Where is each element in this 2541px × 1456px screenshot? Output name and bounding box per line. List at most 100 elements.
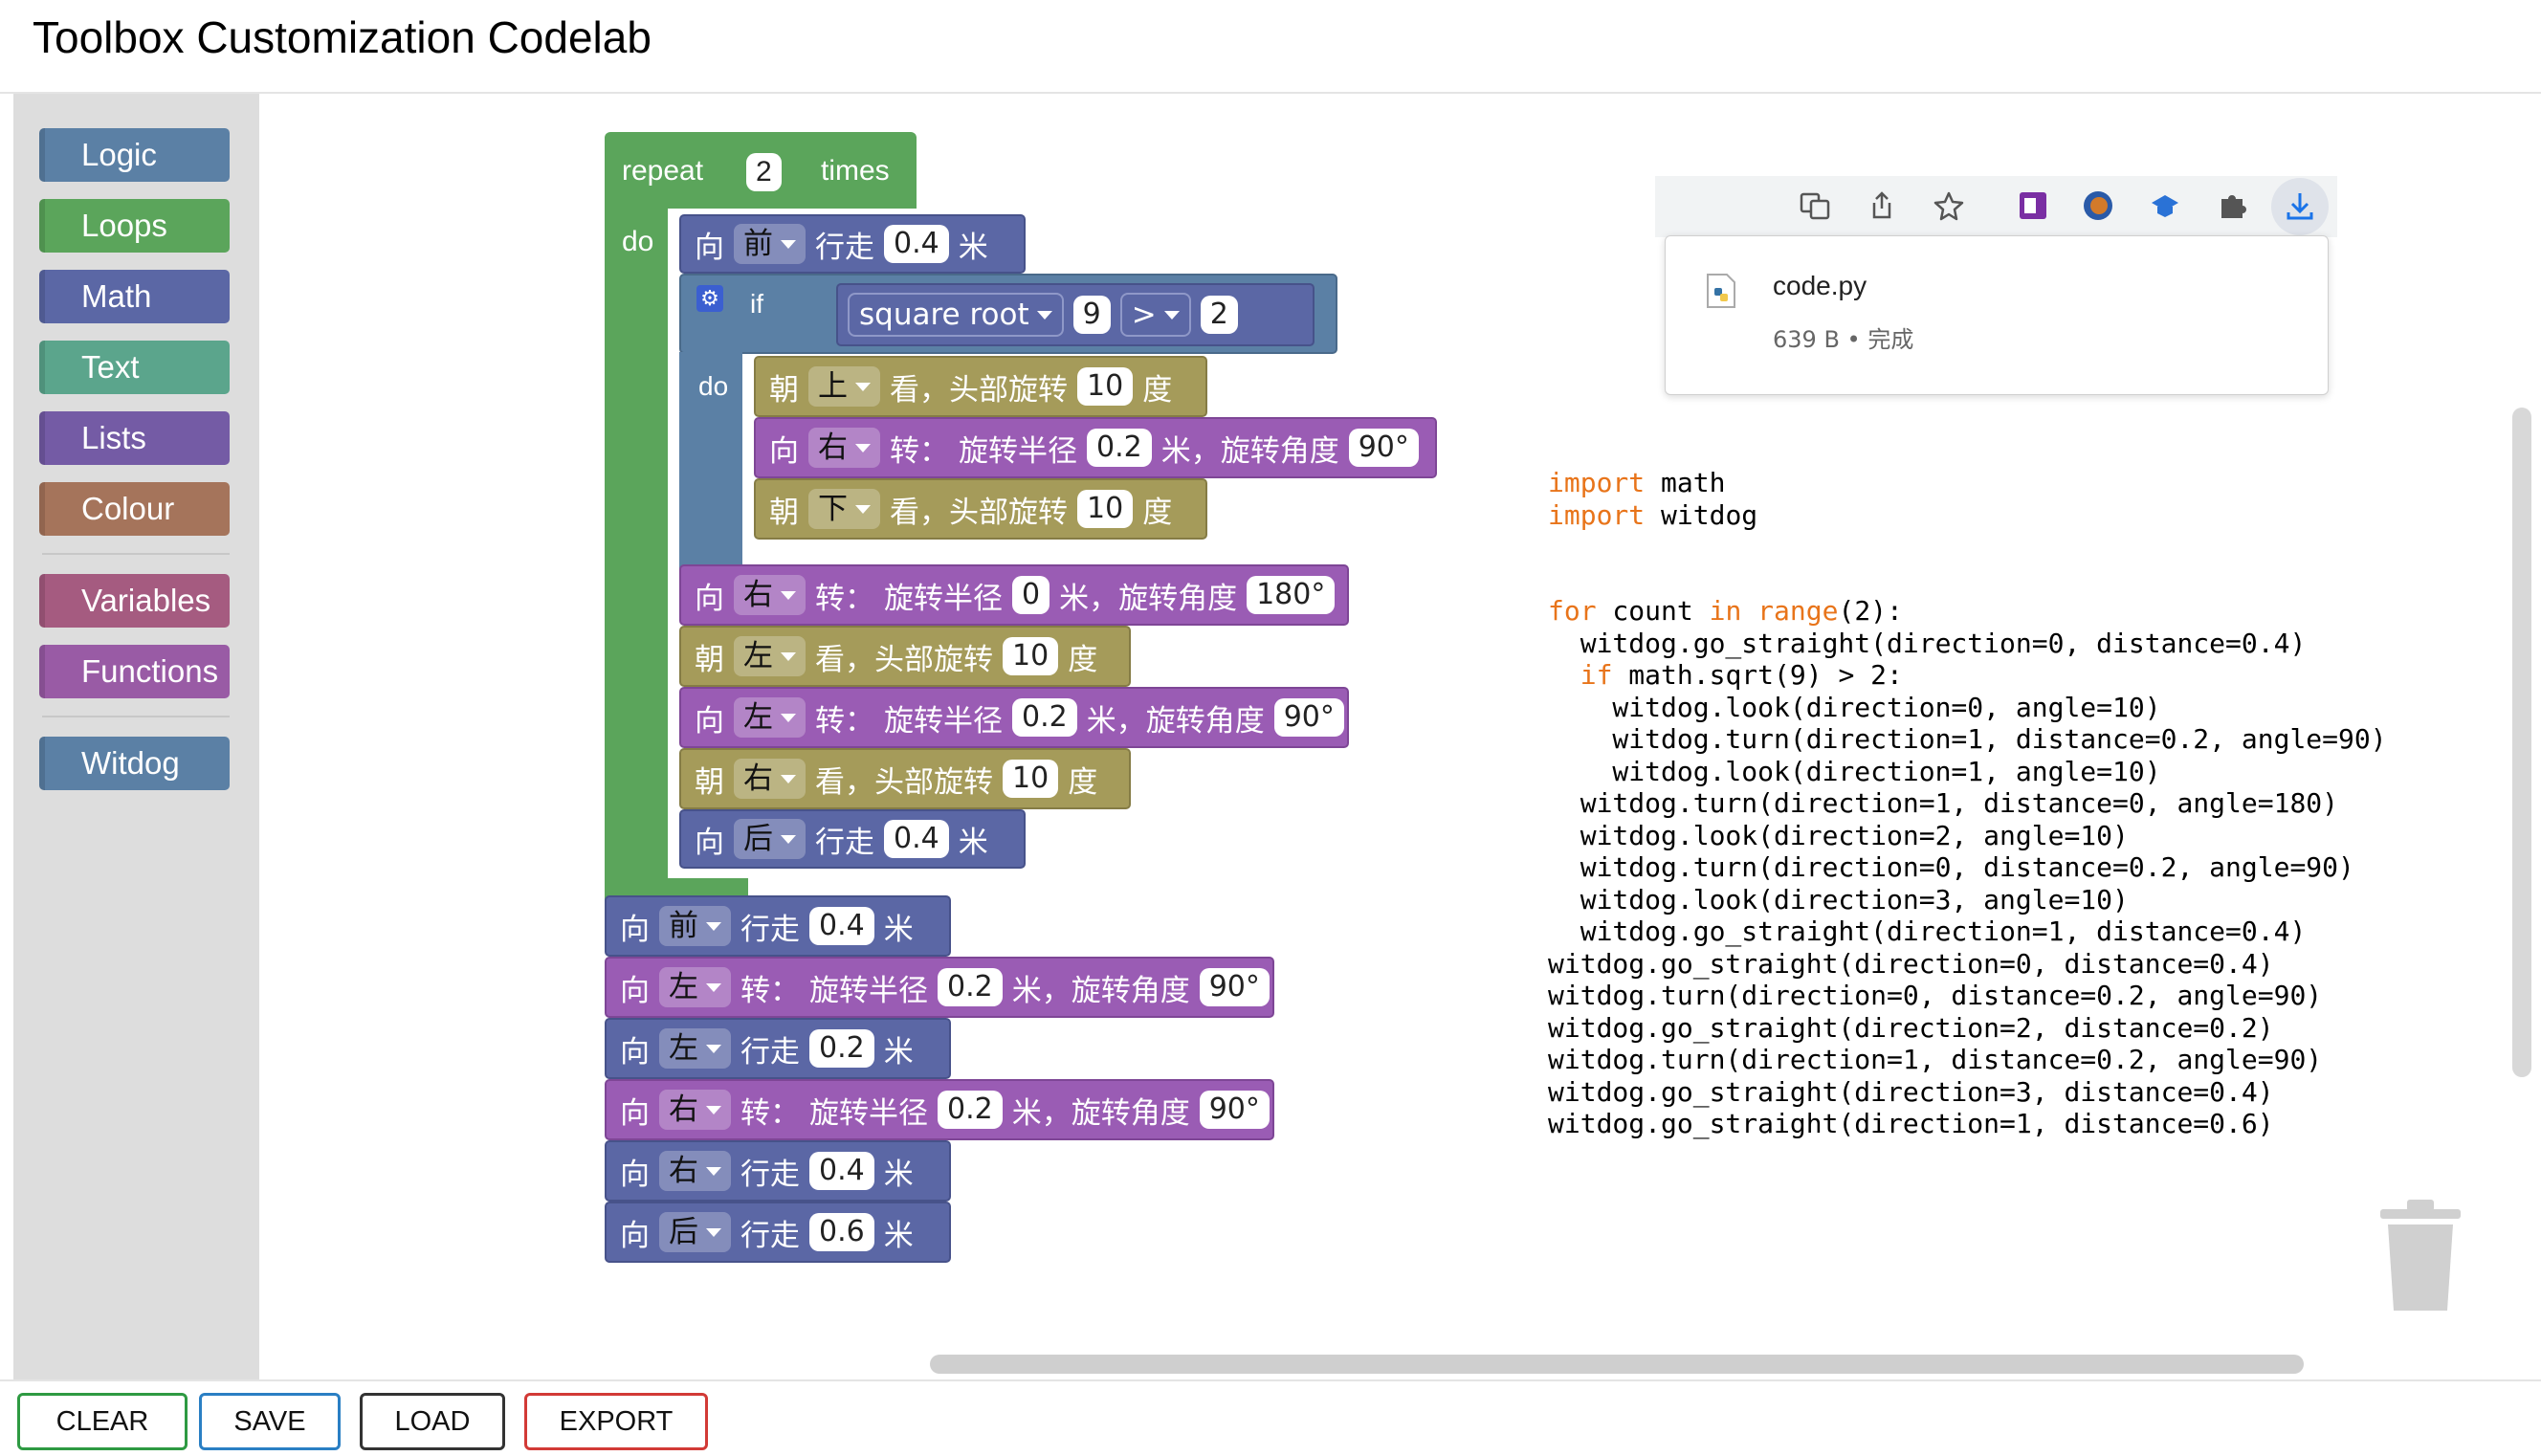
radius-field[interactable]: 0.2 [938, 1091, 1003, 1129]
download-filename[interactable]: code.py [1773, 271, 1867, 301]
direction-dropdown[interactable]: 左 [734, 697, 806, 738]
clear-button[interactable]: CLEAR [17, 1393, 188, 1450]
category-functions[interactable]: Functions [39, 645, 230, 698]
direction-dropdown[interactable]: 左 [659, 1028, 731, 1069]
category-lists[interactable]: Lists [39, 411, 230, 465]
direction-dropdown[interactable]: 右 [659, 1090, 731, 1130]
extension-cap-icon[interactable] [2149, 189, 2181, 222]
block-text: 米 [958, 230, 988, 265]
direction-dropdown[interactable]: 左 [734, 636, 806, 676]
number-field[interactable]: 2 [1200, 296, 1238, 334]
distance-field[interactable]: 0.4 [884, 225, 949, 263]
go-straight-block[interactable]: 向 前 行走 0.4 米 [605, 895, 951, 957]
block-text: 看，头部旋转 [815, 764, 993, 800]
go-straight-block[interactable]: 向 后 行走 0.6 米 [605, 1202, 951, 1263]
horizontal-scrollbar[interactable] [930, 1355, 2304, 1374]
radius-field[interactable]: 0.2 [938, 968, 1003, 1006]
toolbox: Logic Loops Math Text Lists Colour Varia… [13, 94, 259, 1379]
category-logic[interactable]: Logic [39, 128, 230, 182]
category-text[interactable]: Text [39, 341, 230, 394]
degree-field[interactable]: 10 [1077, 490, 1134, 528]
distance-field[interactable]: 0.6 [809, 1213, 874, 1251]
direction-dropdown[interactable]: 上 [808, 366, 880, 407]
category-math[interactable]: Math [39, 270, 230, 323]
turn-block[interactable]: 向 右 转： 旋转半径 0 米，旋转角度 180° [679, 564, 1349, 626]
profile-icon[interactable] [2082, 189, 2114, 222]
generated-code: import math import witdog for count in ran… [1548, 467, 2387, 1140]
compare-block[interactable]: square root 9 > 2 [836, 283, 1315, 346]
times-label: times [821, 155, 890, 187]
chevron-down-icon [706, 921, 721, 931]
download-popup[interactable]: code.py 639 B • 完成 [1665, 235, 2329, 395]
load-button[interactable]: LOAD [360, 1393, 505, 1450]
distance-field[interactable]: 0.4 [884, 820, 949, 858]
angle-field[interactable]: 90° [1199, 968, 1270, 1006]
direction-dropdown[interactable]: 前 [734, 224, 806, 264]
distance-field[interactable]: 0.4 [809, 1152, 874, 1190]
angle-field[interactable]: 90° [1273, 698, 1344, 737]
download-meta: 639 B • 完成 [1773, 326, 1914, 353]
category-witdog[interactable]: Witdog [39, 737, 230, 790]
chevron-down-icon [781, 713, 796, 722]
direction-dropdown[interactable]: 右 [659, 1151, 731, 1191]
radius-field[interactable]: 0.2 [1087, 429, 1152, 467]
degree-field[interactable]: 10 [1003, 760, 1059, 798]
turn-block[interactable]: 向 左 转： 旋转半径 0.2 米，旋转角度 90° [605, 957, 1274, 1018]
direction-dropdown[interactable]: 右 [808, 428, 880, 468]
look-block[interactable]: 朝 上 看，头部旋转 10 度 [754, 356, 1207, 417]
go-straight-block[interactable]: 向 右 行走 0.4 米 [605, 1140, 951, 1202]
direction-dropdown[interactable]: 左 [659, 967, 731, 1007]
trash-icon[interactable] [2375, 1196, 2466, 1314]
go-straight-block[interactable]: 向 前 行走 0.4 米 [679, 214, 1026, 274]
vertical-scrollbar[interactable] [2512, 408, 2531, 1077]
go-straight-block[interactable]: 向 后 行走 0.4 米 [679, 809, 1026, 869]
direction-dropdown[interactable]: 下 [808, 489, 880, 529]
direction-dropdown[interactable]: 右 [734, 575, 806, 615]
turn-block[interactable]: 向 右 转： 旋转半径 0.2 米，旋转角度 90° [754, 417, 1437, 478]
onenote-icon[interactable] [2017, 189, 2049, 222]
block-text: 米 [883, 1218, 914, 1253]
math-function-dropdown[interactable]: square root [848, 293, 1064, 337]
look-block[interactable]: 朝 右 看，头部旋转 10 度 [679, 748, 1131, 809]
export-button[interactable]: EXPORT [524, 1393, 708, 1450]
puzzle-icon[interactable] [2216, 189, 2248, 222]
look-block[interactable]: 朝 下 看，头部旋转 10 度 [754, 478, 1207, 540]
angle-field[interactable]: 180° [1247, 576, 1336, 614]
radius-field[interactable]: 0.2 [1012, 698, 1077, 737]
radius-field[interactable]: 0 [1012, 576, 1050, 614]
code-line: witdog.look(direction=2, angle=10) [1548, 820, 2387, 852]
operator-dropdown[interactable]: > [1119, 293, 1191, 337]
turn-block[interactable]: 向 左 转： 旋转半径 0.2 米，旋转角度 90° [679, 687, 1349, 748]
share-icon[interactable] [1866, 189, 1898, 222]
translate-icon[interactable] [1799, 189, 1831, 222]
repeat-count-field[interactable]: 2 [746, 153, 782, 191]
save-button[interactable]: SAVE [199, 1393, 341, 1450]
degree-field[interactable]: 10 [1003, 637, 1059, 675]
category-variables[interactable]: Variables [39, 574, 230, 628]
degree-field[interactable]: 10 [1077, 367, 1134, 406]
direction-dropdown[interactable]: 后 [659, 1212, 731, 1252]
go-straight-block[interactable]: 向 左 行走 0.2 米 [605, 1018, 951, 1079]
dropdown-value: 后 [743, 822, 773, 856]
angle-field[interactable]: 90° [1199, 1091, 1270, 1129]
dropdown-value: 右 [818, 430, 848, 465]
turn-block[interactable]: 向 右 转： 旋转半径 0.2 米，旋转角度 90° [605, 1079, 1274, 1140]
direction-dropdown[interactable]: 右 [734, 759, 806, 799]
distance-field[interactable]: 0.2 [809, 1029, 874, 1068]
angle-field[interactable]: 90° [1348, 429, 1419, 467]
category-loops[interactable]: Loops [39, 199, 230, 253]
direction-dropdown[interactable]: 后 [734, 819, 806, 859]
distance-field[interactable]: 0.4 [809, 907, 874, 945]
look-block[interactable]: 朝 左 看，头部旋转 10 度 [679, 626, 1131, 687]
gear-icon[interactable]: ⚙ [696, 285, 723, 312]
code-line: witdog.go_straight(direction=1, distance… [1548, 916, 2387, 948]
direction-dropdown[interactable]: 前 [659, 906, 731, 946]
block-text: 向 [695, 230, 724, 265]
block-text: 转： [740, 1095, 800, 1131]
if-label: if [750, 289, 763, 319]
number-field[interactable]: 9 [1072, 296, 1111, 334]
category-colour[interactable]: Colour [39, 482, 230, 536]
download-icon[interactable] [2284, 189, 2316, 222]
star-icon[interactable] [1933, 189, 1965, 222]
block-text: 朝 [695, 764, 724, 800]
